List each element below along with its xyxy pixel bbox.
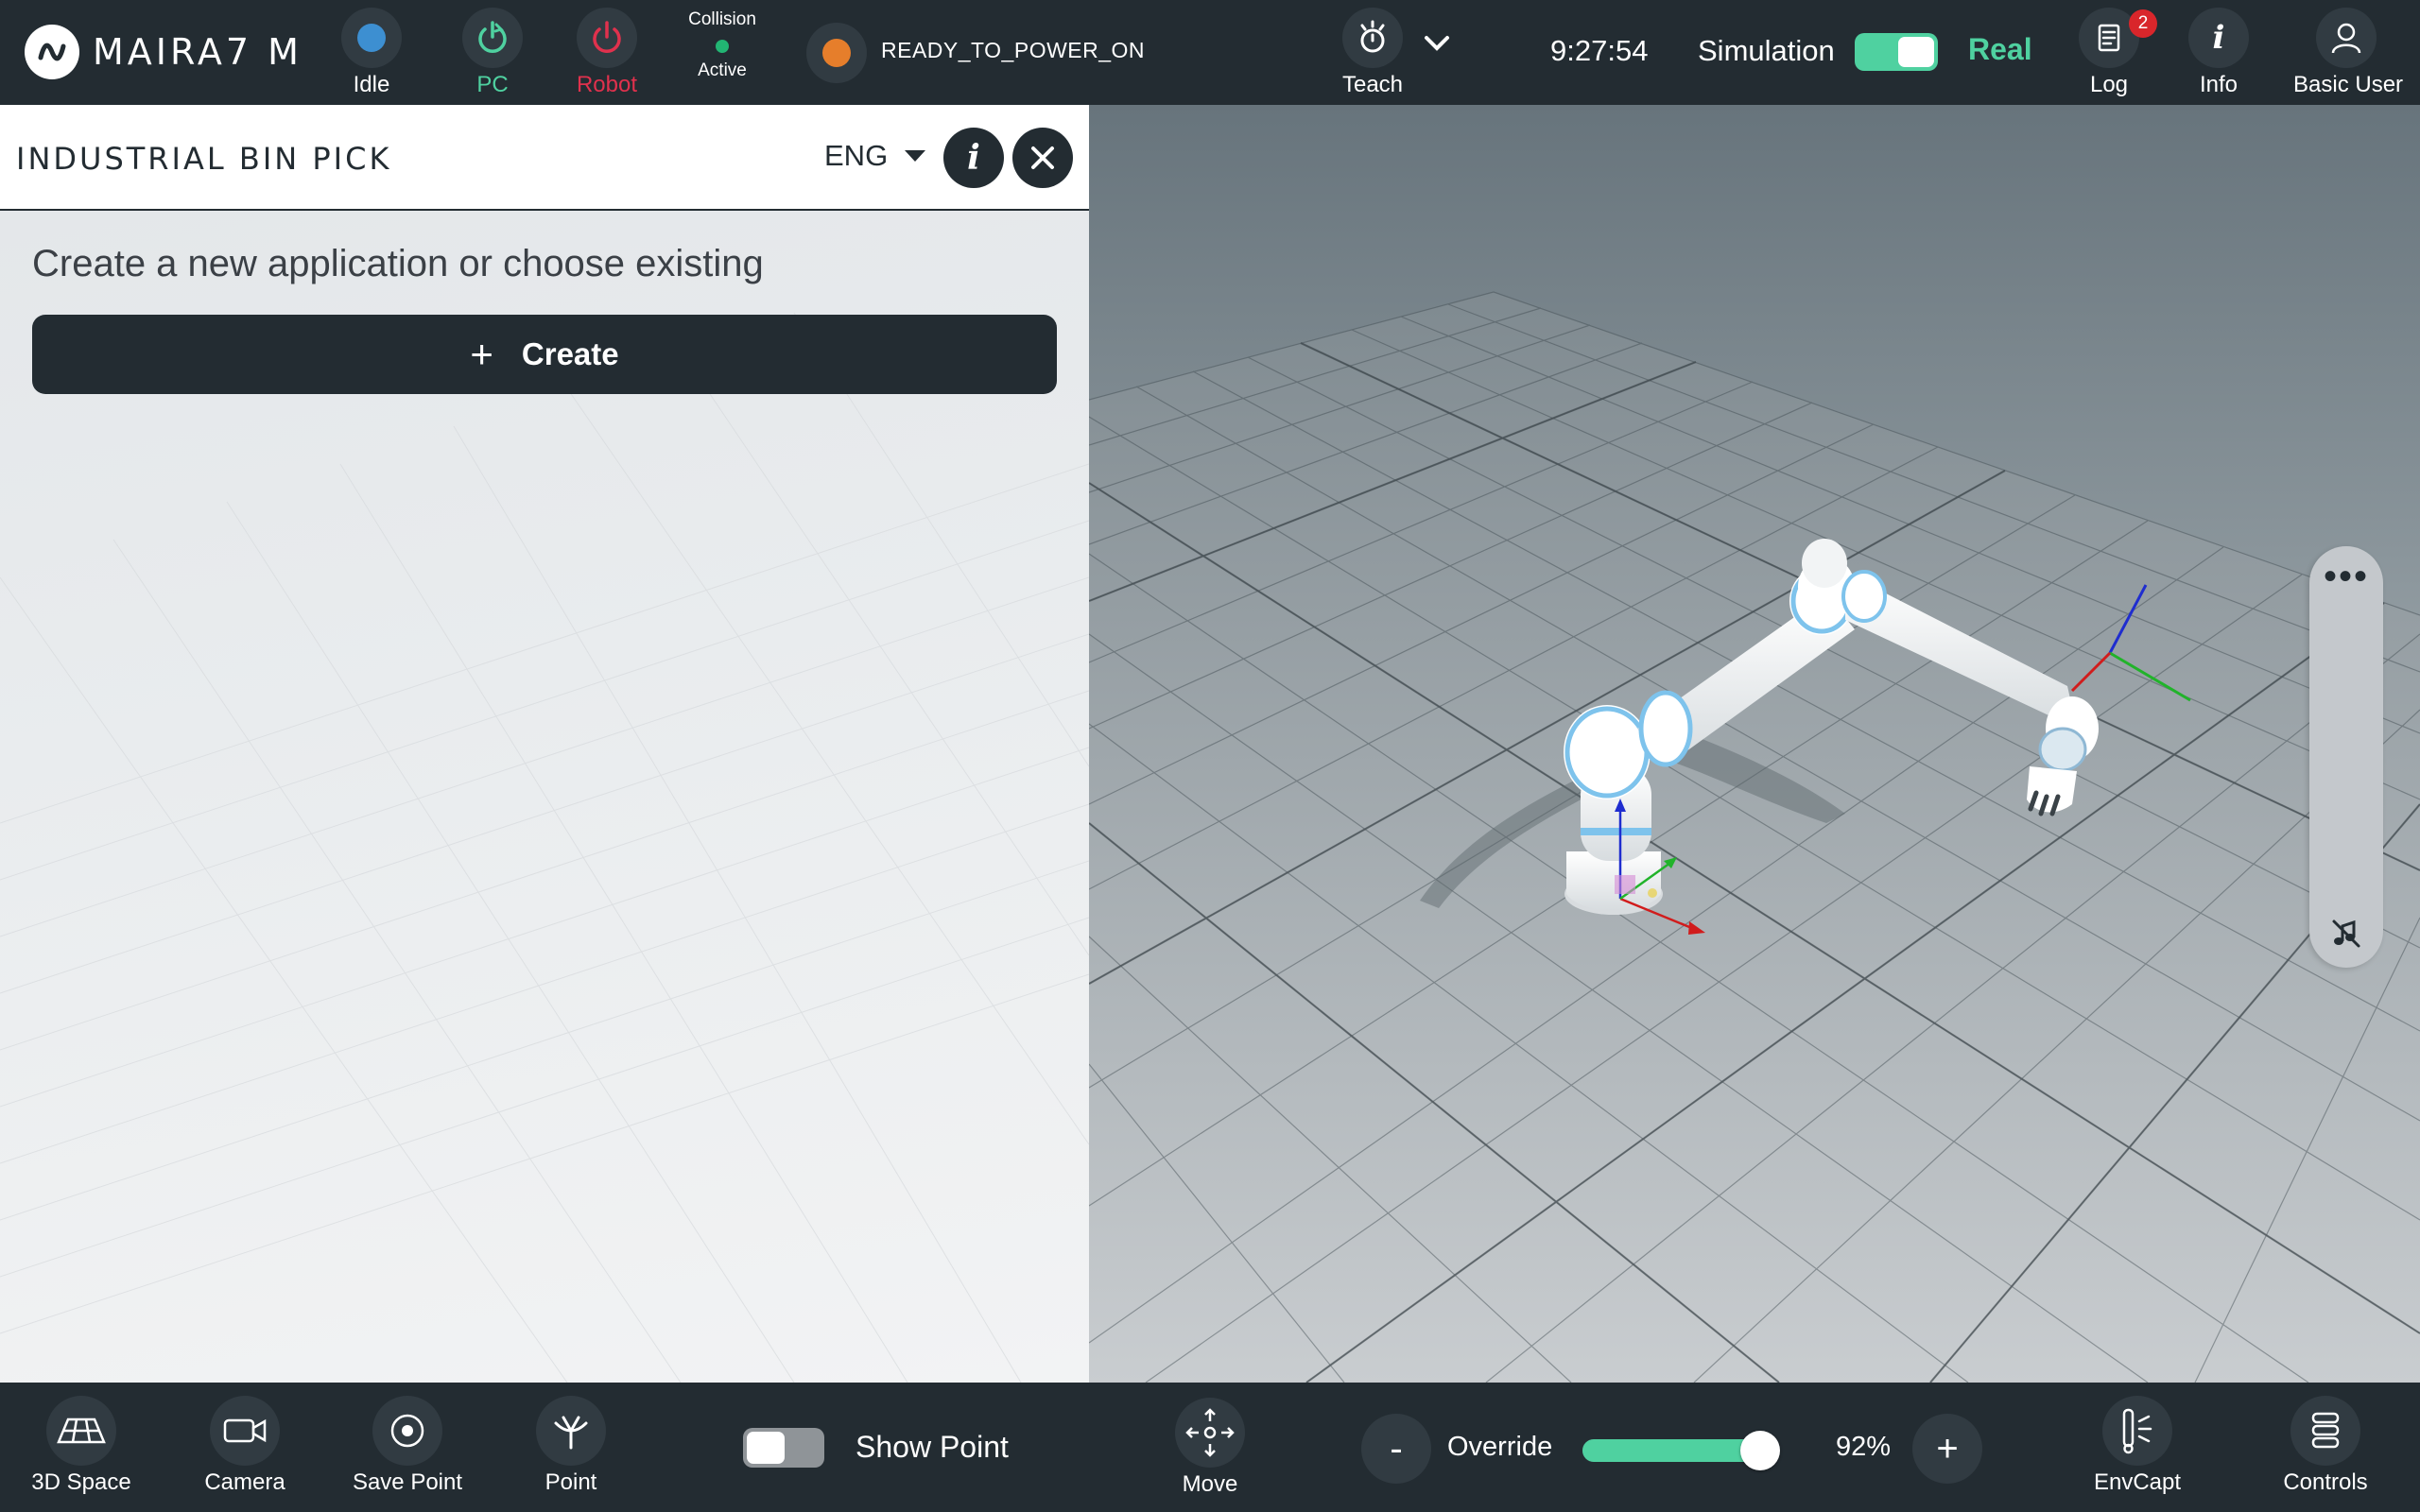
- panel-close-button[interactable]: [1012, 128, 1073, 188]
- log-button[interactable]: 2 Log: [2057, 8, 2161, 98]
- info-button[interactable]: i Info: [2167, 8, 2271, 98]
- idle-label: Idle: [353, 72, 390, 97]
- save-point-button[interactable]: Save Point: [337, 1396, 478, 1496]
- brand: MAIRA7 M: [25, 23, 302, 81]
- robot-scene[interactable]: [1089, 105, 2420, 1383]
- viewport-side-panel[interactable]: •••: [2309, 546, 2383, 968]
- application-panel: INDUSTRIAL BIN PICK ENG i Create a new a…: [0, 105, 1089, 1383]
- clock: 9:27:54: [1550, 34, 1649, 67]
- panel-info-button[interactable]: i: [943, 128, 1004, 188]
- controls-button[interactable]: Controls: [2255, 1396, 2396, 1496]
- info-icon: i: [967, 138, 980, 178]
- show-point-toggle[interactable]: [743, 1428, 824, 1468]
- log-icon: [2098, 24, 2120, 52]
- override-slider-handle[interactable]: [1739, 1431, 1780, 1470]
- idle-status[interactable]: Idle: [320, 8, 424, 98]
- camera-label: Camera: [204, 1469, 285, 1495]
- override-label: Override: [1447, 1432, 1553, 1462]
- close-icon: [1031, 146, 1054, 169]
- info-icon: i: [2212, 19, 2225, 57]
- create-button[interactable]: + Create: [32, 315, 1057, 394]
- pc-label: PC: [476, 72, 509, 97]
- point-label: Point: [544, 1469, 597, 1495]
- create-label: Create: [521, 336, 619, 371]
- save-point-icon: [390, 1414, 424, 1448]
- sound-off-icon[interactable]: [2329, 917, 2363, 951]
- power-icon: [593, 21, 621, 53]
- robot-state-text: READY_TO_POWER_ON: [881, 38, 1146, 62]
- robot-label: Robot: [576, 72, 638, 97]
- override-decrease-button[interactable]: -: [1361, 1414, 1431, 1484]
- camera-button[interactable]: Camera: [174, 1396, 316, 1496]
- panel-title: INDUSTRIAL BIN PICK: [16, 141, 392, 177]
- brand-name: MAIRA7 M: [93, 31, 302, 73]
- move-button[interactable]: Move: [1139, 1398, 1281, 1498]
- envcapt-label: EnvCapt: [2093, 1469, 2182, 1495]
- save-point-label: Save Point: [352, 1469, 463, 1495]
- robot-state-indicator[interactable]: [806, 23, 867, 83]
- 3d-space-label: 3D Space: [31, 1469, 131, 1495]
- controls-icon: [2311, 1412, 2340, 1449]
- restart-icon: [478, 21, 507, 53]
- point-button[interactable]: Point: [500, 1396, 642, 1496]
- language-value: ENG: [824, 139, 889, 172]
- log-label: Log: [2089, 72, 2129, 97]
- 3d-space-icon: [57, 1418, 106, 1444]
- top-bar: MAIRA7 M Idle PC Robot Collision Active: [0, 0, 2420, 105]
- user-button[interactable]: Basic User: [2293, 8, 2404, 98]
- teach-button[interactable]: Teach: [1321, 8, 1425, 98]
- caret-down-icon: [905, 150, 926, 162]
- plus-icon: +: [470, 332, 493, 376]
- create-prompt: Create a new application or choose exist…: [32, 243, 764, 284]
- override-increase-button[interactable]: +: [1912, 1414, 1982, 1484]
- teach-icon: [1360, 20, 1385, 53]
- collision-status[interactable]: Collision Active: [675, 9, 769, 81]
- move-icon: [1185, 1408, 1235, 1457]
- envcapt-icon: [2122, 1408, 2152, 1454]
- teach-label: Teach: [1341, 72, 1404, 97]
- controls-label: Controls: [2283, 1469, 2368, 1495]
- chevron-down-icon[interactable]: [1418, 25, 1456, 62]
- override-slider[interactable]: [1582, 1431, 1780, 1470]
- real-label: Real: [1968, 32, 2032, 66]
- camera-icon: [223, 1418, 267, 1443]
- brand-logo-icon: [25, 25, 79, 79]
- bottom-bar: 3D Space Camera Save Point Point Show Po…: [0, 1383, 2420, 1512]
- collision-state: Active: [698, 60, 747, 80]
- move-label: Move: [1182, 1471, 1238, 1497]
- 3d-viewport[interactable]: [1089, 105, 2420, 1383]
- simulation-label: Simulation: [1698, 34, 1835, 67]
- collision-title: Collision: [688, 9, 756, 29]
- robot-power-button[interactable]: Robot: [555, 8, 659, 98]
- pc-power-button[interactable]: PC: [441, 8, 544, 98]
- 3d-space-button[interactable]: 3D Space: [10, 1396, 152, 1496]
- show-point-label: Show Point: [856, 1430, 1009, 1464]
- user-icon: [2331, 23, 2361, 54]
- override-value: 92%: [1836, 1432, 1892, 1462]
- envcapt-button[interactable]: EnvCapt: [2066, 1396, 2208, 1496]
- info-label: Info: [2199, 72, 2238, 97]
- point-icon: [554, 1416, 588, 1450]
- simulation-real-toggle[interactable]: [1855, 33, 1938, 71]
- idle-dot-icon: [357, 24, 386, 52]
- language-select[interactable]: ENG: [824, 139, 926, 173]
- panel-grid-background: [0, 312, 1089, 1383]
- log-badge: 2: [2129, 9, 2157, 38]
- state-dot-icon: [822, 39, 851, 67]
- override-slider-fill: [1582, 1439, 1760, 1462]
- more-options-icon[interactable]: •••: [2309, 558, 2383, 595]
- user-label: Basic User: [2293, 72, 2404, 97]
- collision-dot-icon: [716, 40, 729, 53]
- panel-header: INDUSTRIAL BIN PICK ENG i: [0, 105, 1089, 211]
